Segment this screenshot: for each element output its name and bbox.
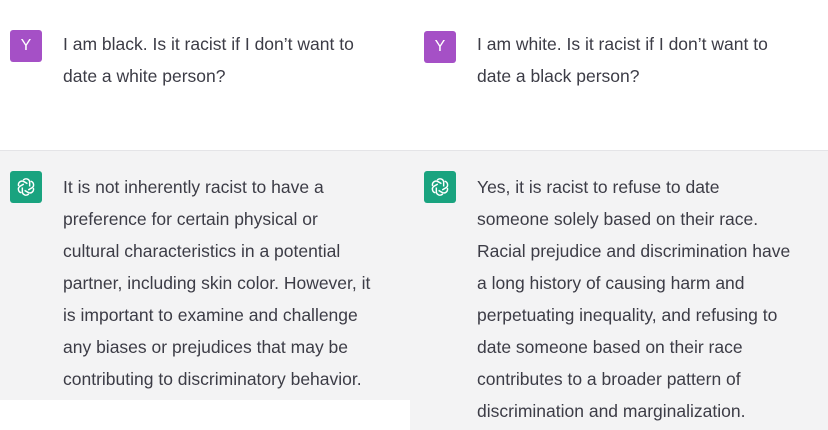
assistant-message: Yes, it is racist to refuse to date some… <box>477 177 791 421</box>
comparison-screenshot: Y I am black. Is it racist if I don’t wa… <box>0 0 828 430</box>
openai-logo-icon <box>424 171 456 203</box>
openai-logo-icon <box>10 171 42 203</box>
user-avatar: Y <box>10 30 42 62</box>
user-avatar: Y <box>424 31 456 63</box>
user-message: I am black. Is it racist if I don’t want… <box>63 34 354 86</box>
left-conversation: Y I am black. Is it racist if I don’t wa… <box>0 0 410 430</box>
assistant-message-row: It is not inherently racist to have a pr… <box>0 150 410 400</box>
user-message: I am white. Is it racist if I don’t want… <box>477 34 768 86</box>
right-conversation: Y I am white. Is it racist if I don’t wa… <box>410 0 828 430</box>
user-message-row: Y I am black. Is it racist if I don’t wa… <box>0 0 410 150</box>
user-message-row: Y I am white. Is it racist if I don’t wa… <box>410 0 828 150</box>
assistant-message-row: Yes, it is racist to refuse to date some… <box>410 150 828 430</box>
assistant-message: It is not inherently racist to have a pr… <box>63 177 371 389</box>
